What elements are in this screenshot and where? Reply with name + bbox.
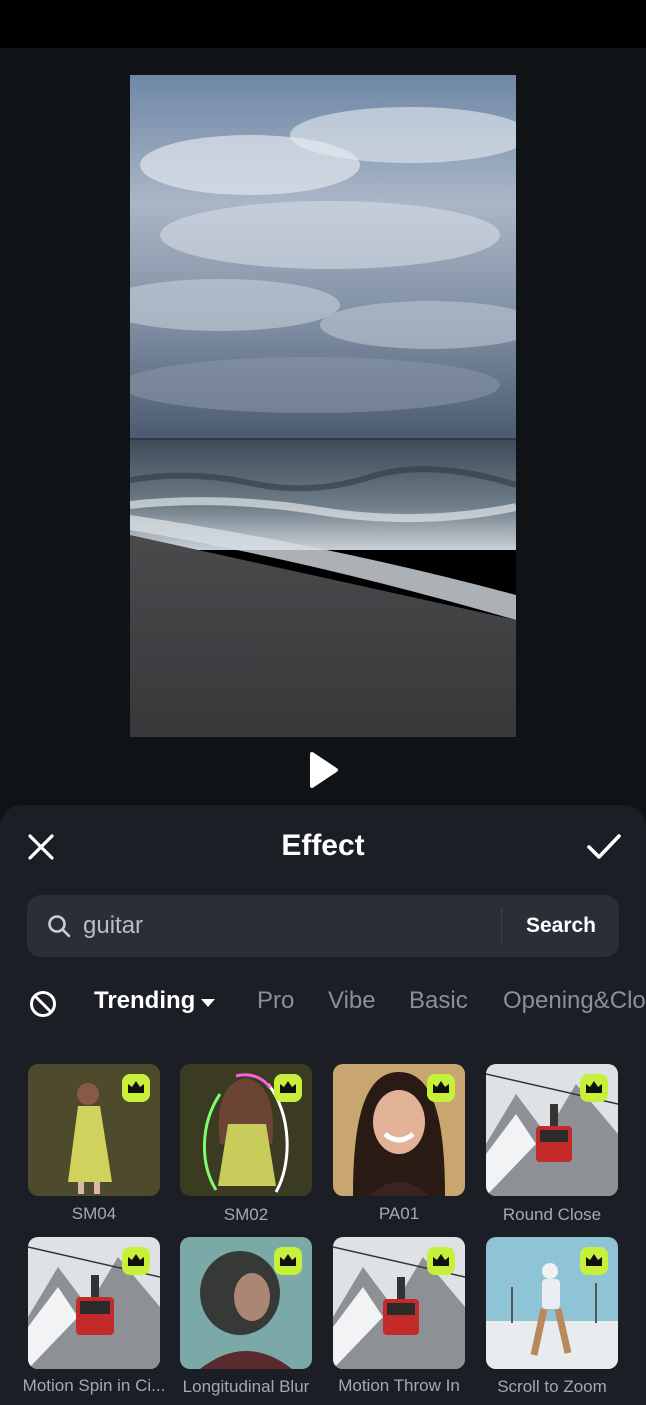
tab-trending[interactable]: Trending	[94, 987, 195, 1015]
search-divider	[501, 908, 502, 944]
effects-grid: SM04 SM02 PA01 Round Close Motion Spin i…	[0, 1063, 646, 1403]
effect-label: Scroll to Zoom	[497, 1377, 607, 1396]
effect-label: Motion Spin in Ci...	[22, 1376, 166, 1395]
effect-label: Motion Throw In	[338, 1376, 460, 1395]
tab-opening-closing[interactable]: Opening&Closing	[503, 987, 646, 1015]
crown-icon	[274, 1074, 302, 1102]
effect-label: Longitudinal Blur	[182, 1377, 310, 1396]
search-icon	[48, 915, 71, 938]
no-effect-icon[interactable]	[29, 990, 57, 1018]
crown-icon	[427, 1247, 455, 1275]
search-button[interactable]: Search	[503, 895, 619, 957]
play-icon[interactable]	[306, 750, 340, 790]
video-preview[interactable]	[130, 75, 516, 737]
crown-icon	[122, 1074, 150, 1102]
search-input[interactable]: guitar	[83, 895, 483, 957]
effect-label: SM04	[71, 1204, 117, 1223]
tab-basic[interactable]: Basic	[409, 987, 468, 1015]
search-bar: guitar Search	[27, 895, 619, 957]
crown-icon	[580, 1247, 608, 1275]
crown-icon	[580, 1074, 608, 1102]
chevron-down-icon[interactable]	[200, 998, 216, 1008]
effect-label: PA01	[378, 1204, 420, 1223]
crown-icon	[274, 1247, 302, 1275]
panel-title: Effect	[281, 829, 365, 862]
crown-icon	[427, 1074, 455, 1102]
video-preview-area	[0, 48, 646, 805]
effect-panel: Effect guitar Search Trending Pro Vibe B…	[0, 805, 646, 1405]
effect-label: SM02	[223, 1205, 269, 1224]
effect-label: Round Close	[502, 1205, 602, 1224]
category-tabs: Trending Pro Vibe Basic Opening&Closing	[0, 981, 646, 1025]
status-bar	[0, 0, 646, 48]
checkmark-icon[interactable]	[586, 832, 622, 862]
crown-icon	[122, 1247, 150, 1275]
tab-vibe[interactable]: Vibe	[328, 987, 376, 1015]
tab-pro[interactable]: Pro	[257, 987, 294, 1015]
